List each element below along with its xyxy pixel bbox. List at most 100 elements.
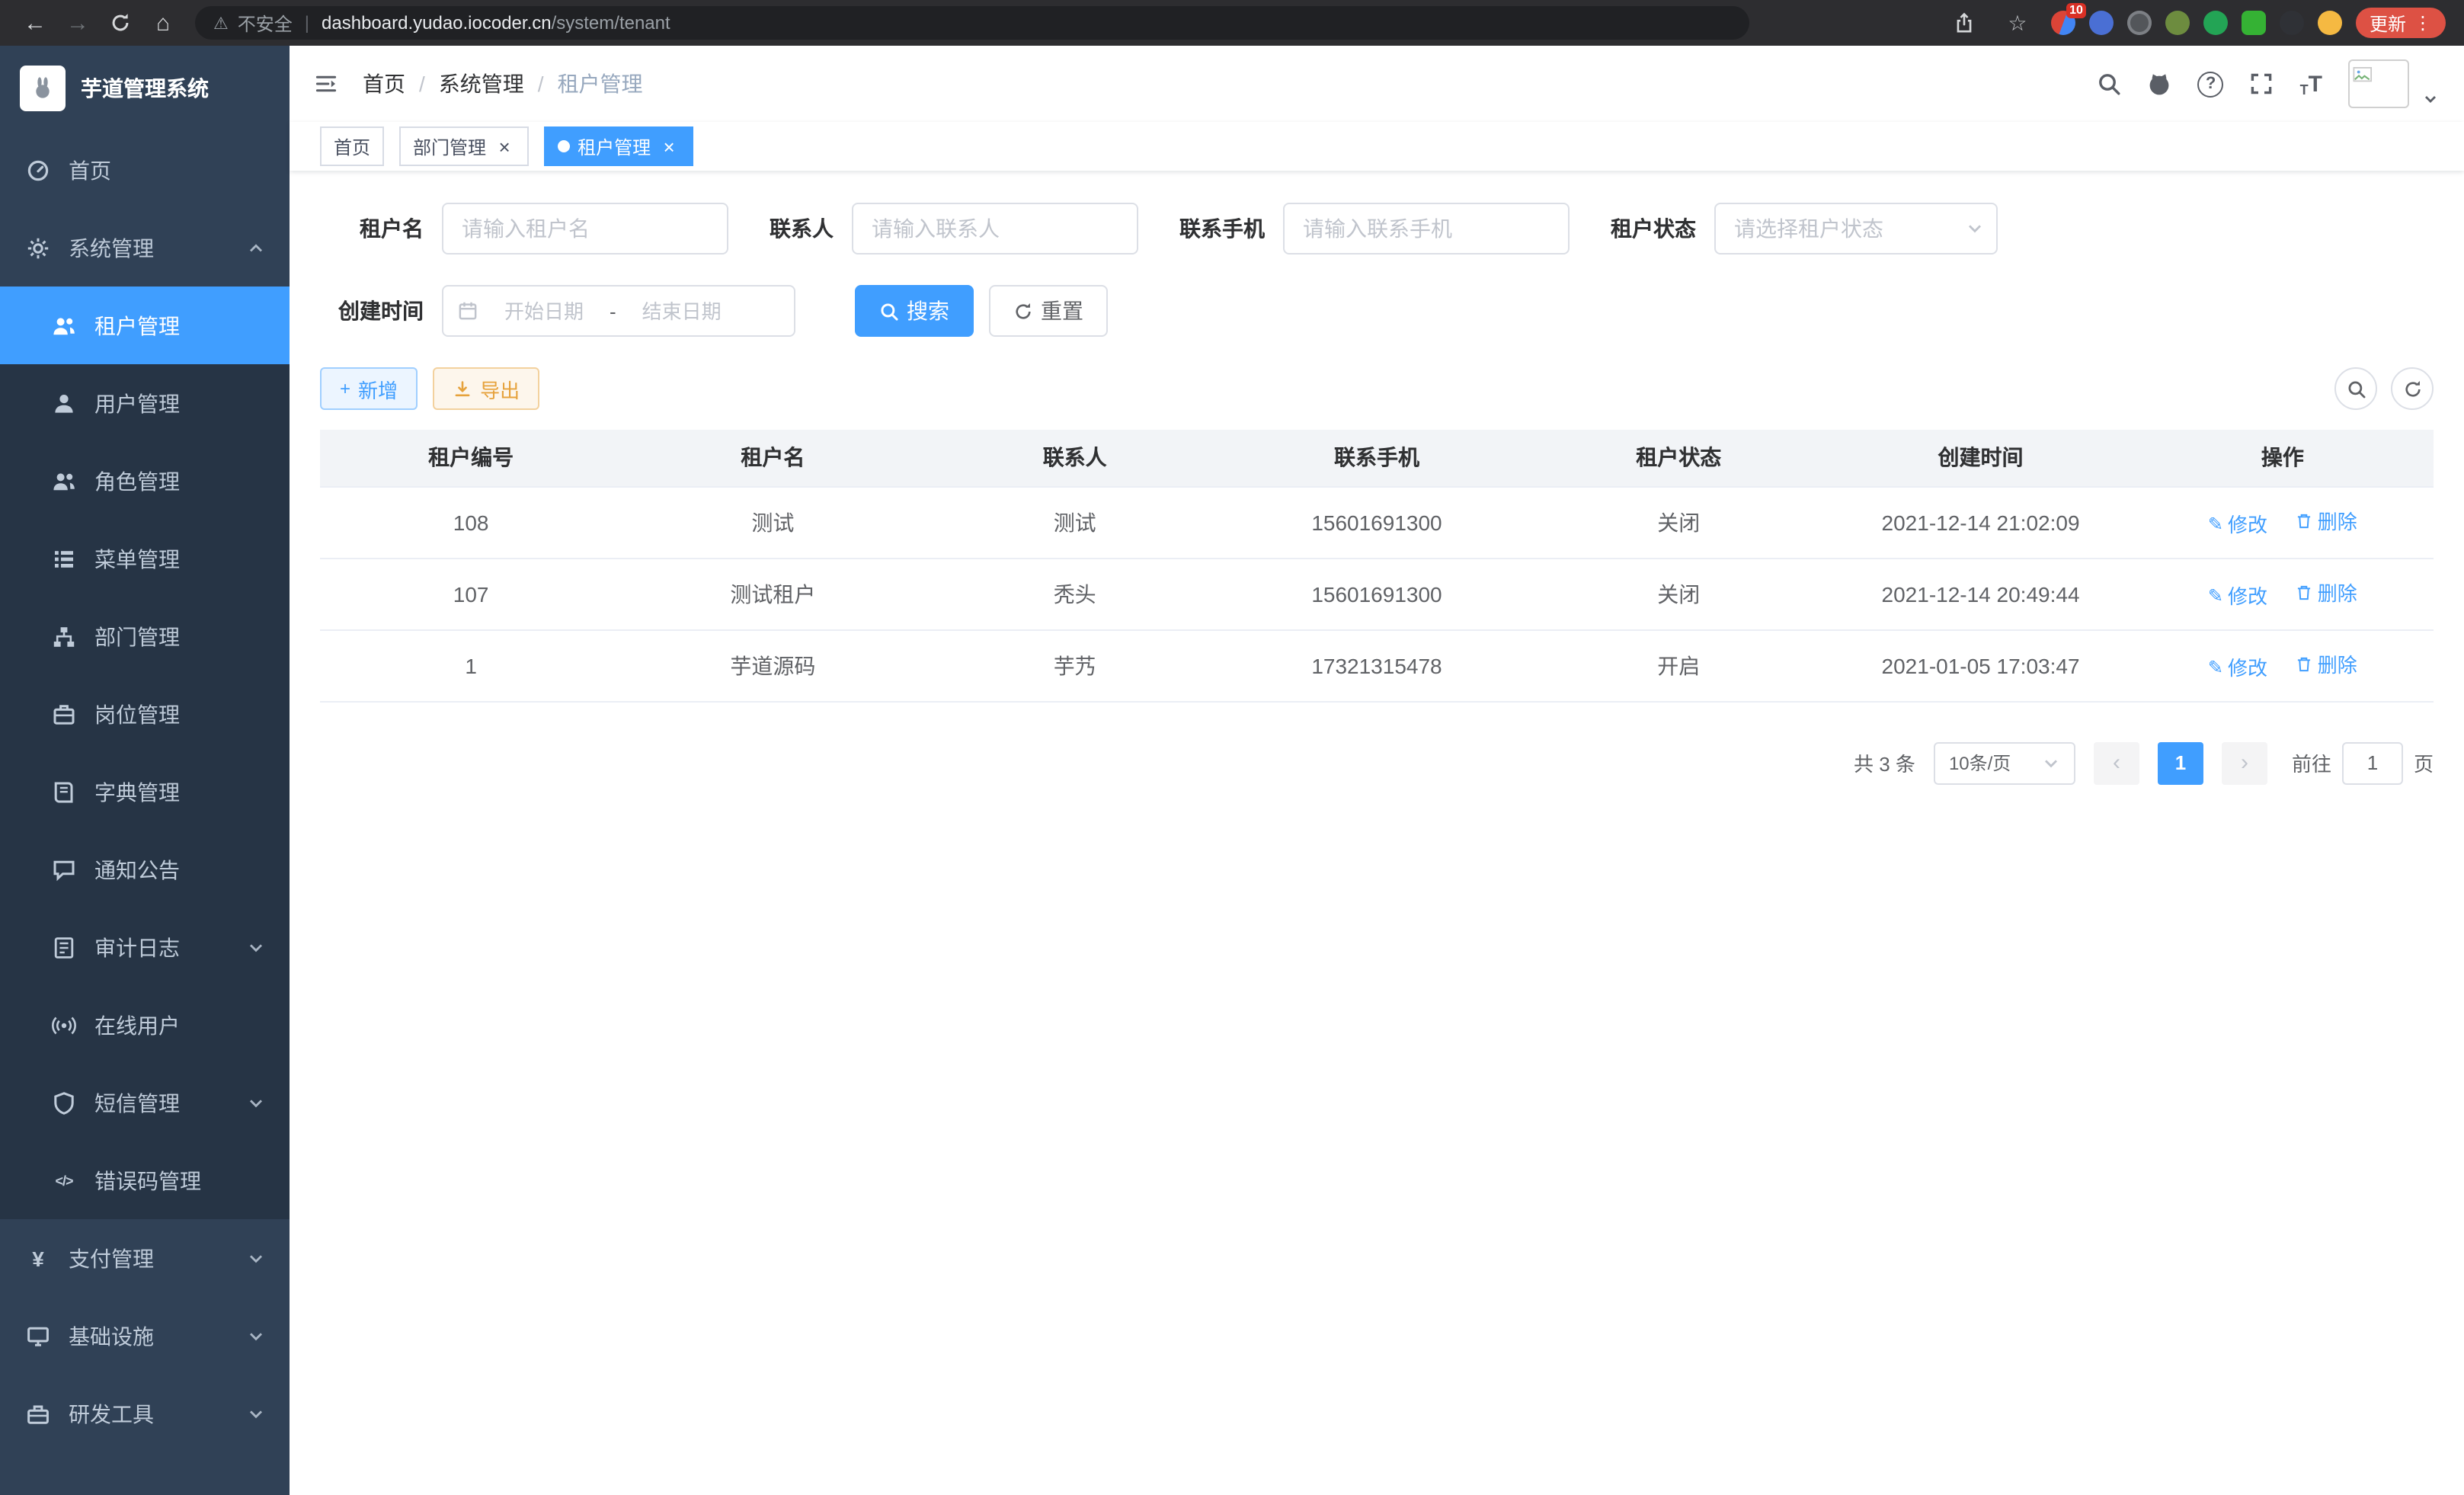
delete-link[interactable]: 删除 xyxy=(2295,506,2357,535)
cell-contact: 秃头 xyxy=(924,558,1226,629)
date-start-input[interactable] xyxy=(486,299,602,322)
next-page-button[interactable]: › xyxy=(2222,741,2267,784)
edit-link[interactable]: ✎修改 xyxy=(2208,509,2267,538)
browser-home-icon[interactable]: ⌂ xyxy=(143,3,183,43)
search-icon[interactable] xyxy=(2098,72,2122,96)
breadcrumb-home[interactable]: 首页 xyxy=(363,69,405,99)
tab-dept-management[interactable]: 部门管理 × xyxy=(399,126,529,166)
help-icon[interactable]: ? xyxy=(2198,71,2224,97)
message-icon xyxy=(50,857,78,882)
date-end-input[interactable] xyxy=(624,299,740,322)
sidebar-item-payment-management[interactable]: ¥ 支付管理 xyxy=(0,1219,290,1297)
top-navbar: 首页 / 系统管理 / 租户管理 ? TT xyxy=(290,46,2464,122)
sidebar-item-system-management[interactable]: 系统管理 xyxy=(0,209,290,287)
extension-icon-3[interactable] xyxy=(2127,11,2152,35)
not-secure-label[interactable]: 不安全 xyxy=(238,10,293,36)
org-tree-icon xyxy=(50,624,78,648)
date-range-picker[interactable]: - xyxy=(442,285,795,337)
calendar-icon xyxy=(457,300,478,322)
cell-status: 关闭 xyxy=(1528,558,1829,629)
table-toolbar: + 新增 导出 xyxy=(320,367,2434,410)
sidebar-item-sms-management[interactable]: 短信管理 xyxy=(0,1064,290,1141)
show-search-button[interactable] xyxy=(2334,367,2377,410)
extension-icon-2[interactable] xyxy=(2089,11,2114,35)
add-button[interactable]: + 新增 xyxy=(320,367,418,410)
status-select[interactable] xyxy=(1714,203,1998,255)
sidebar-item-notice[interactable]: 通知公告 xyxy=(0,831,290,908)
sidebar-item-dept-management[interactable]: 部门管理 xyxy=(0,597,290,675)
breadcrumb: 首页 / 系统管理 / 租户管理 xyxy=(363,69,643,99)
pagination-total: 共 3 条 xyxy=(1854,748,1915,777)
refresh-table-button[interactable] xyxy=(2391,367,2434,410)
bookmark-star-icon[interactable]: ☆ xyxy=(1998,3,2037,43)
close-icon[interactable]: × xyxy=(494,136,515,157)
user-avatar[interactable] xyxy=(2348,59,2440,108)
tenant-name-label: 租户名 xyxy=(320,213,424,244)
breadcrumb-system[interactable]: 系统管理 xyxy=(439,69,524,99)
delete-link[interactable]: 删除 xyxy=(2295,649,2357,678)
extension-icon-4[interactable] xyxy=(2165,11,2190,35)
edit-link[interactable]: ✎修改 xyxy=(2208,581,2267,610)
status-label: 租户状态 xyxy=(1611,213,1696,244)
extension-icon-1[interactable]: 10 xyxy=(2051,11,2075,35)
sidebar-item-error-code[interactable]: </> 错误码管理 xyxy=(0,1141,290,1219)
sidebar-item-dict-management[interactable]: 字典管理 xyxy=(0,753,290,831)
dashboard-icon xyxy=(24,158,52,182)
sidebar-item-home[interactable]: 首页 xyxy=(0,131,290,209)
contact-input[interactable] xyxy=(852,203,1138,255)
avatar-broken-image-icon xyxy=(2348,59,2409,108)
font-size-icon[interactable]: TT xyxy=(2300,71,2322,97)
tab-home[interactable]: 首页 xyxy=(320,126,384,166)
sidebar-item-tenant-management[interactable]: 租户管理 xyxy=(0,287,290,364)
sidebar-item-menu-management[interactable]: 菜单管理 xyxy=(0,520,290,597)
delete-label: 删除 xyxy=(2318,506,2357,535)
mobile-input[interactable] xyxy=(1283,203,1570,255)
page-size-select[interactable]: 10条/页 xyxy=(1934,741,2075,784)
edit-label: 修改 xyxy=(2228,509,2267,538)
sidebar-item-infrastructure[interactable]: 基础设施 xyxy=(0,1297,290,1375)
edit-link[interactable]: ✎修改 xyxy=(2208,652,2267,681)
reset-button[interactable]: 重置 xyxy=(989,285,1108,337)
status-select-input[interactable] xyxy=(1714,203,1998,255)
sidebar-item-audit-log[interactable]: 审计日志 xyxy=(0,908,290,986)
sidebar-item-user-management[interactable]: 用户管理 xyxy=(0,364,290,442)
github-icon[interactable] xyxy=(2148,72,2172,96)
extension-icon-7[interactable] xyxy=(2280,11,2304,35)
extension-icon-5[interactable] xyxy=(2203,11,2228,35)
tenant-name-input[interactable] xyxy=(442,203,728,255)
browser-forward-icon[interactable]: → xyxy=(58,3,98,43)
close-icon[interactable]: × xyxy=(658,136,680,157)
sidebar-toggle-icon[interactable] xyxy=(314,72,338,96)
share-icon[interactable] xyxy=(1944,3,1984,43)
sidebar-item-online-users[interactable]: 在线用户 xyxy=(0,986,290,1064)
sidebar-item-devtools[interactable]: 研发工具 xyxy=(0,1375,290,1452)
sidebar-item-label: 支付管理 xyxy=(69,1243,154,1273)
page-number-button[interactable]: 1 xyxy=(2158,741,2203,784)
table-row: 107 测试租户 秃头 15601691300 关闭 2021-12-14 20… xyxy=(320,558,2434,629)
sidebar-item-label: 短信管理 xyxy=(94,1087,180,1118)
browser-update-button[interactable]: 更新 ⋮ xyxy=(2356,8,2446,38)
extension-badge: 10 xyxy=(2066,3,2086,18)
search-button[interactable]: 搜索 xyxy=(855,285,974,337)
export-button[interactable]: 导出 xyxy=(433,367,539,410)
prev-page-button[interactable]: ‹ xyxy=(2094,741,2139,784)
create-time-label: 创建时间 xyxy=(320,296,424,326)
sidebar-item-role-management[interactable]: 角色管理 xyxy=(0,442,290,520)
chevron-down-icon xyxy=(247,1249,265,1267)
sidebar-item-post-management[interactable]: 岗位管理 xyxy=(0,675,290,753)
app-logo: 芋道管理系统 xyxy=(0,46,290,131)
fullscreen-icon[interactable] xyxy=(2250,72,2274,96)
address-bar[interactable]: ⚠ 不安全 | dashboard.yudao.iocoder.cn/syste… xyxy=(195,6,1749,40)
tab-tenant-management[interactable]: 租户管理 × xyxy=(544,126,693,166)
profile-avatar-icon[interactable] xyxy=(2318,11,2342,35)
pagination: 共 3 条 10条/页 ‹ 1 › 前往 页 xyxy=(320,741,2434,784)
goto-page-input[interactable] xyxy=(2342,741,2403,784)
browser-reload-icon[interactable] xyxy=(101,3,140,43)
sidebar-item-label: 研发工具 xyxy=(69,1398,154,1429)
delete-link[interactable]: 删除 xyxy=(2295,578,2357,607)
sidebar-item-label: 租户管理 xyxy=(94,310,180,341)
extension-icon-6[interactable] xyxy=(2242,11,2266,35)
url-host: dashboard.yudao.iocoder.cn xyxy=(322,12,552,34)
date-separator: - xyxy=(610,299,616,322)
browser-back-icon[interactable]: ← xyxy=(15,3,55,43)
